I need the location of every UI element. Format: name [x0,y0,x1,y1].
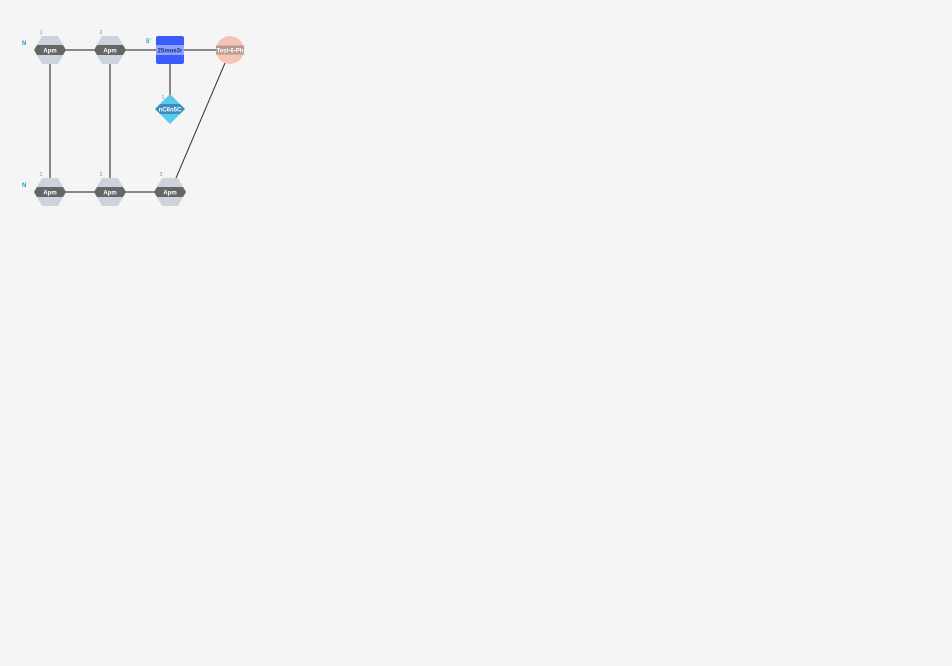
monomer-label: Apm [103,191,116,197]
bonds [49,49,230,193]
linker-label: Test-6-Ph [217,49,244,55]
bottom-strand: N Apm 1 Apm 2 Apm 3 [22,172,186,206]
monomer-label: Apm [43,191,56,197]
position-label: 1 [40,172,43,178]
position-label: 3 [160,172,163,178]
terminal-label: 5' [146,39,151,45]
diagram-canvas: N Apm 1 Apm 2 5' 25moe3r Test-6-Ph nC6n5… [22,30,244,206]
top-strand: N Apm 1 Apm 2 5' 25moe3r Test-6-Ph nC6n5… [22,30,244,124]
monomer-hexagon[interactable]: Apm 1 [34,30,66,64]
monomer-label: Apm [43,49,56,55]
terminal-label: N [22,41,26,47]
position-label: 2 [100,172,103,178]
monomer-label: Apm [103,49,116,55]
linker-circle[interactable]: Test-6-Ph [216,36,244,64]
position-label: 1 [162,95,165,101]
monomer-label: Apm [163,191,176,197]
link-linker-bottom-3 [175,62,226,179]
base-label: nC6n5C [159,108,182,114]
position-label: 2 [100,30,103,36]
monomer-hexagon[interactable]: Apm 2 [94,30,126,64]
sugar-label: 25moe3r [158,49,183,55]
base-diamond[interactable]: nC6n5C 1 [155,94,185,124]
sugar-square[interactable]: 25moe3r [156,36,184,64]
terminal-label: N [22,183,26,189]
position-label: 1 [40,30,43,36]
monomer-hexagon[interactable]: Apm 3 [154,172,186,206]
